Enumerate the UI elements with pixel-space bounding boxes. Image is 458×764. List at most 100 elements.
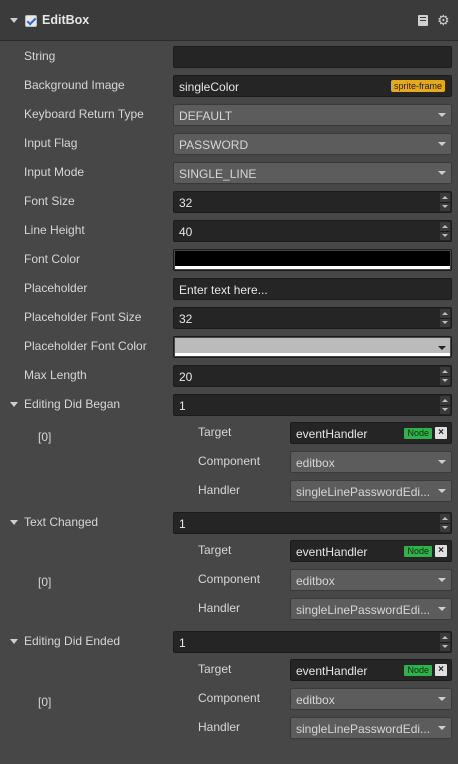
event-target-row: Target eventHandler Node × [0,536,458,565]
event-label: Editing Did Began [24,397,121,411]
step-up-icon[interactable] [440,633,450,642]
prop-label: Placeholder Font Color [24,339,147,353]
event-count-input[interactable]: 1 [173,631,452,653]
line-height-input[interactable]: 40 [173,220,452,242]
step-down-icon[interactable] [440,318,450,327]
number-stepper[interactable] [440,633,450,651]
step-down-icon[interactable] [440,405,450,414]
number-stepper[interactable] [440,222,450,240]
collapse-arrow-icon[interactable] [10,520,18,525]
keyboard-return-type-select[interactable]: DEFAULT [173,104,452,126]
step-down-icon[interactable] [440,231,450,240]
target-node-field[interactable]: eventHandler Node × [290,540,452,562]
prop-label: String [24,49,56,63]
collapse-arrow-icon[interactable] [10,639,18,644]
handler-select[interactable]: singleLinePasswordEdi... [290,598,452,620]
event-count-input[interactable]: 1 [173,394,452,416]
event-editing-did-ended: Editing Did Ended 1 [0,627,458,656]
prop-label: Placeholder [24,281,88,295]
prop-input-mode: Input Mode SINGLE_LINE [0,158,458,187]
component-select[interactable]: editbox [290,451,452,473]
collapse-arrow-icon[interactable] [10,402,18,407]
event-label: Text Changed [24,515,99,529]
placeholder-font-color-picker[interactable] [173,336,452,358]
handler-label: Handler [198,483,241,497]
chevron-down-icon [438,697,446,701]
component-header: EditBox ⚙ [0,0,458,41]
select-value: PASSWORD [179,138,249,152]
chevron-down-icon [438,142,446,146]
event-component-row: Component editbox [0,684,458,713]
max-length-input[interactable]: 20 [173,365,452,387]
step-up-icon[interactable] [440,396,450,405]
step-up-icon[interactable] [440,193,450,202]
component-select[interactable]: editbox [290,569,452,591]
clear-icon[interactable]: × [435,427,447,439]
font-color-picker[interactable] [173,249,452,271]
component-label: Component [198,454,261,468]
chevron-down-icon [438,113,446,117]
prop-font-size: Font Size 32 [0,187,458,216]
font-size-input[interactable]: 32 [173,191,452,213]
gear-icon[interactable]: ⚙ [437,12,450,28]
prop-keyboard-return-type: Keyboard Return Type DEFAULT [0,100,458,129]
placeholder-font-size-input[interactable]: 32 [173,307,452,329]
number-stepper[interactable] [440,309,450,327]
chevron-down-icon[interactable] [438,346,446,350]
step-up-icon[interactable] [440,514,450,523]
placeholder-input[interactable]: Enter text here... [173,278,452,300]
number-value: 32 [179,196,193,210]
target-node-field[interactable]: eventHandler Node × [290,659,452,681]
string-input[interactable] [173,46,452,68]
input-mode-select[interactable]: SINGLE_LINE [173,162,452,184]
number-stepper[interactable] [440,193,450,211]
handler-select[interactable]: singleLinePasswordEdi... [290,717,452,739]
target-node-field[interactable]: eventHandler Node × [290,422,452,444]
handler-label: Handler [198,601,241,615]
enabled-checkbox[interactable] [25,15,37,27]
clear-icon[interactable]: × [435,545,447,557]
number-stepper[interactable] [440,396,450,414]
step-up-icon[interactable] [440,222,450,231]
event-handler-row: Handler singleLinePasswordEdi... [0,713,458,742]
component-select[interactable]: editbox [290,688,452,710]
prop-line-height: Line Height 40 [0,216,458,245]
chevron-down-icon [438,578,446,582]
chevron-down-icon [438,171,446,175]
handler-label: Handler [198,720,241,734]
chevron-down-icon [438,460,446,464]
number-value: 1 [179,399,186,413]
alpha-bar [175,266,450,269]
component-title: EditBox [42,13,90,27]
target-value: eventHandler [296,664,368,678]
component-label: Component [198,691,261,705]
handler-select[interactable]: singleLinePasswordEdi... [290,480,452,502]
collapse-arrow-icon[interactable] [10,18,18,23]
event-editing-did-began: Editing Did Began 1 [0,390,458,419]
select-value: singleLinePasswordEdi... [296,722,431,736]
event-handler-row: Handler singleLinePasswordEdi... [0,476,458,505]
step-down-icon[interactable] [440,376,450,385]
prop-label: Keyboard Return Type [24,107,144,121]
target-label: Target [198,662,232,676]
number-value: 40 [179,225,193,239]
clear-icon[interactable]: × [435,664,447,676]
event-component-row: Component editbox [0,447,458,476]
book-icon[interactable] [418,15,428,26]
prop-background-image: Background Image singleColor sprite-fram… [0,71,458,100]
node-tag: Node [404,546,432,557]
number-stepper[interactable] [440,514,450,532]
prop-max-length: Max Length 20 [0,361,458,390]
event-count-input[interactable]: 1 [173,512,452,534]
prop-label: Placeholder Font Size [24,310,142,324]
step-down-icon[interactable] [440,642,450,651]
background-image-asset-field[interactable]: singleColor sprite-frame [173,75,452,97]
number-value: 32 [179,312,193,326]
step-up-icon[interactable] [440,309,450,318]
number-stepper[interactable] [440,367,450,385]
step-down-icon[interactable] [440,523,450,532]
step-down-icon[interactable] [440,202,450,211]
step-up-icon[interactable] [440,367,450,376]
input-flag-select[interactable]: PASSWORD [173,133,452,155]
target-value: eventHandler [296,427,368,441]
